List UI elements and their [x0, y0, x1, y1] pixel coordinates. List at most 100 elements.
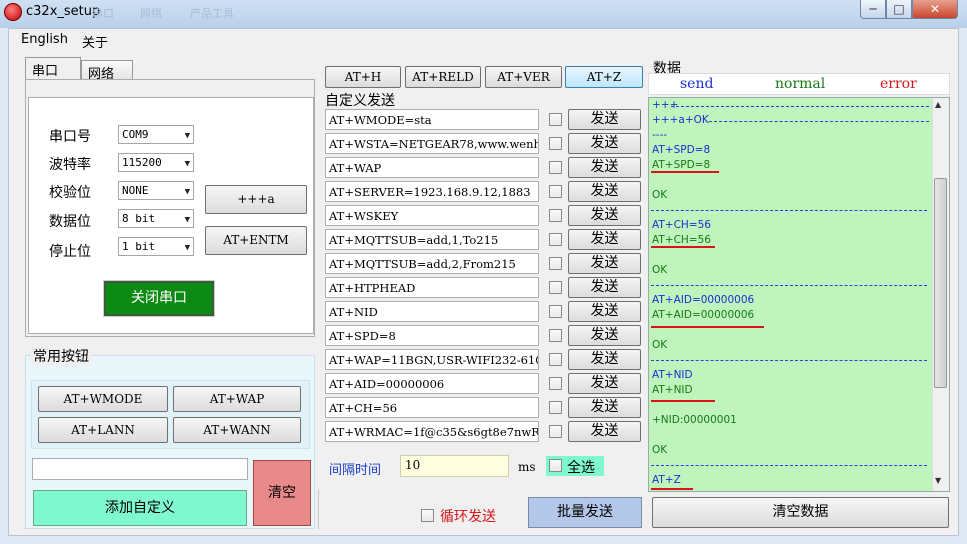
window-title: c32x_setup: [26, 4, 101, 19]
add-custom-button[interactable]: 添加自定义: [33, 490, 247, 526]
command-checkbox[interactable]: [549, 425, 562, 438]
chevron-down-icon: ▼: [184, 243, 190, 253]
send-button[interactable]: 发送: [568, 157, 641, 178]
databits-combo[interactable]: 8 bit ▼: [118, 209, 194, 228]
close-window-button[interactable]: ✕: [912, 0, 958, 19]
at-reld-button[interactable]: AT+RELD: [405, 66, 481, 88]
port-combo[interactable]: COM9 ▼: [118, 125, 194, 144]
databits-label: 数据位: [49, 214, 91, 230]
command-checkbox[interactable]: [549, 113, 562, 126]
escape-plus-button[interactable]: +++a: [205, 185, 307, 214]
send-button[interactable]: 发送: [568, 205, 641, 226]
command-field[interactable]: AT+WSKEY: [325, 205, 539, 226]
send-button[interactable]: 发送: [568, 301, 641, 322]
batch-send-button[interactable]: 批量发送: [528, 497, 642, 528]
menu-english[interactable]: English: [21, 32, 68, 47]
command-field[interactable]: AT+WAP: [325, 157, 539, 178]
command-checkbox[interactable]: [549, 185, 562, 198]
tab-network[interactable]: 网络: [81, 60, 133, 82]
log-separator: [709, 121, 929, 122]
log-separator: [651, 285, 927, 286]
wmode-button[interactable]: AT+WMODE: [38, 386, 168, 412]
send-button[interactable]: 发送: [568, 397, 641, 418]
interval-label: 间隔时间: [329, 463, 382, 478]
send-button[interactable]: 发送: [568, 253, 641, 274]
maximize-button[interactable]: □: [886, 0, 912, 19]
send-button[interactable]: 发送: [568, 181, 641, 202]
stopbits-label: 停止位: [49, 244, 91, 260]
chevron-down-icon: ▼: [184, 131, 190, 141]
chevron-down-icon: ▼: [184, 215, 190, 225]
log-line: AT+CH=56: [652, 219, 711, 231]
wann-button[interactable]: AT+WANN: [173, 417, 301, 443]
lann-button[interactable]: AT+LANN: [38, 417, 168, 443]
ghost-title-1: 串口: [92, 7, 114, 20]
red-underline: [651, 171, 719, 173]
command-checkbox[interactable]: [549, 353, 562, 366]
command-checkbox[interactable]: [549, 137, 562, 150]
clear-button[interactable]: 清空: [253, 460, 311, 526]
command-field[interactable]: AT+WAP=11BGN,USR-WIFI232-610_4: [325, 349, 539, 370]
parity-combo[interactable]: NONE ▼: [118, 181, 194, 200]
command-checkbox[interactable]: [549, 257, 562, 270]
command-field[interactable]: AT+AID=00000006: [325, 373, 539, 394]
stopbits-value: 1 bit: [122, 240, 156, 253]
select-all-checkbox[interactable]: [549, 459, 562, 472]
command-field[interactable]: AT+WSTA=NETGEAR78,www.wenheng.: [325, 133, 539, 154]
scroll-thumb[interactable]: [934, 178, 947, 388]
command-checkbox[interactable]: [549, 209, 562, 222]
command-checkbox[interactable]: [549, 281, 562, 294]
command-checkbox[interactable]: [549, 305, 562, 318]
send-button[interactable]: 发送: [568, 229, 641, 250]
command-field[interactable]: AT+CH=56: [325, 397, 539, 418]
chevron-down-icon: ▼: [184, 187, 190, 197]
log-line: +++a+OK: [652, 114, 709, 126]
command-field[interactable]: AT+SPD=8: [325, 325, 539, 346]
interval-input[interactable]: 10: [400, 455, 509, 477]
send-button[interactable]: 发送: [568, 325, 641, 346]
command-field[interactable]: AT+MQTTSUB=add,1,To215: [325, 229, 539, 250]
minimize-button[interactable]: ─: [860, 0, 886, 19]
red-underline: [651, 246, 715, 248]
command-checkbox[interactable]: [549, 401, 562, 414]
tab-serial[interactable]: 串口: [25, 57, 81, 80]
stopbits-combo[interactable]: 1 bit ▼: [118, 237, 194, 256]
close-port-button[interactable]: 关闭串口: [103, 280, 215, 317]
command-checkbox[interactable]: [549, 233, 562, 246]
at-z-button[interactable]: AT+Z: [565, 66, 643, 88]
baud-combo[interactable]: 115200 ▼: [118, 153, 194, 172]
wap-button[interactable]: AT+WAP: [173, 386, 301, 412]
command-field[interactable]: AT+HTPHEAD: [325, 277, 539, 298]
command-checkbox[interactable]: [549, 329, 562, 342]
loop-send-checkbox[interactable]: [421, 509, 434, 522]
parity-label: 校验位: [49, 185, 91, 201]
at-ver-button[interactable]: AT+VER: [485, 66, 562, 88]
command-field[interactable]: AT+MQTTSUB=add,2,From215: [325, 253, 539, 274]
loop-send-label: 循环发送: [440, 509, 496, 525]
parity-value: NONE: [122, 184, 149, 197]
command-checkbox[interactable]: [549, 161, 562, 174]
log-line: AT+SPD=8: [652, 159, 711, 171]
scroll-down-icon[interactable]: ▼: [935, 476, 941, 485]
common-buttons-title: 常用按钮: [30, 346, 92, 366]
send-button[interactable]: 发送: [568, 349, 641, 370]
legend-error: error: [880, 76, 917, 92]
custom-command-input[interactable]: [32, 458, 248, 480]
send-button[interactable]: 发送: [568, 421, 641, 442]
send-button[interactable]: 发送: [568, 133, 641, 154]
data-log-area[interactable]: +++ +++a+OK ---- AT+SPD=8 AT+SPD=8 OK AT…: [648, 97, 950, 492]
command-field[interactable]: AT+SERVER=1923.168.9.12,1883: [325, 181, 539, 202]
send-button[interactable]: 发送: [568, 109, 641, 130]
command-field[interactable]: AT+WMODE=sta: [325, 109, 539, 130]
command-checkbox[interactable]: [549, 377, 562, 390]
log-line: ----: [652, 129, 668, 141]
command-field[interactable]: AT+NID: [325, 301, 539, 322]
entm-button[interactable]: AT+ENTM: [205, 226, 307, 255]
menu-about[interactable]: 关于: [82, 32, 108, 51]
at-h-button[interactable]: AT+H: [325, 66, 401, 88]
send-button[interactable]: 发送: [568, 373, 641, 394]
scroll-up-icon[interactable]: ▲: [935, 100, 941, 109]
command-field[interactable]: AT+WRMAC=1f@c35&s6gt8e7nwRD#T7: [325, 421, 539, 442]
send-button[interactable]: 发送: [568, 277, 641, 298]
clear-data-button[interactable]: 清空数据: [652, 497, 949, 528]
